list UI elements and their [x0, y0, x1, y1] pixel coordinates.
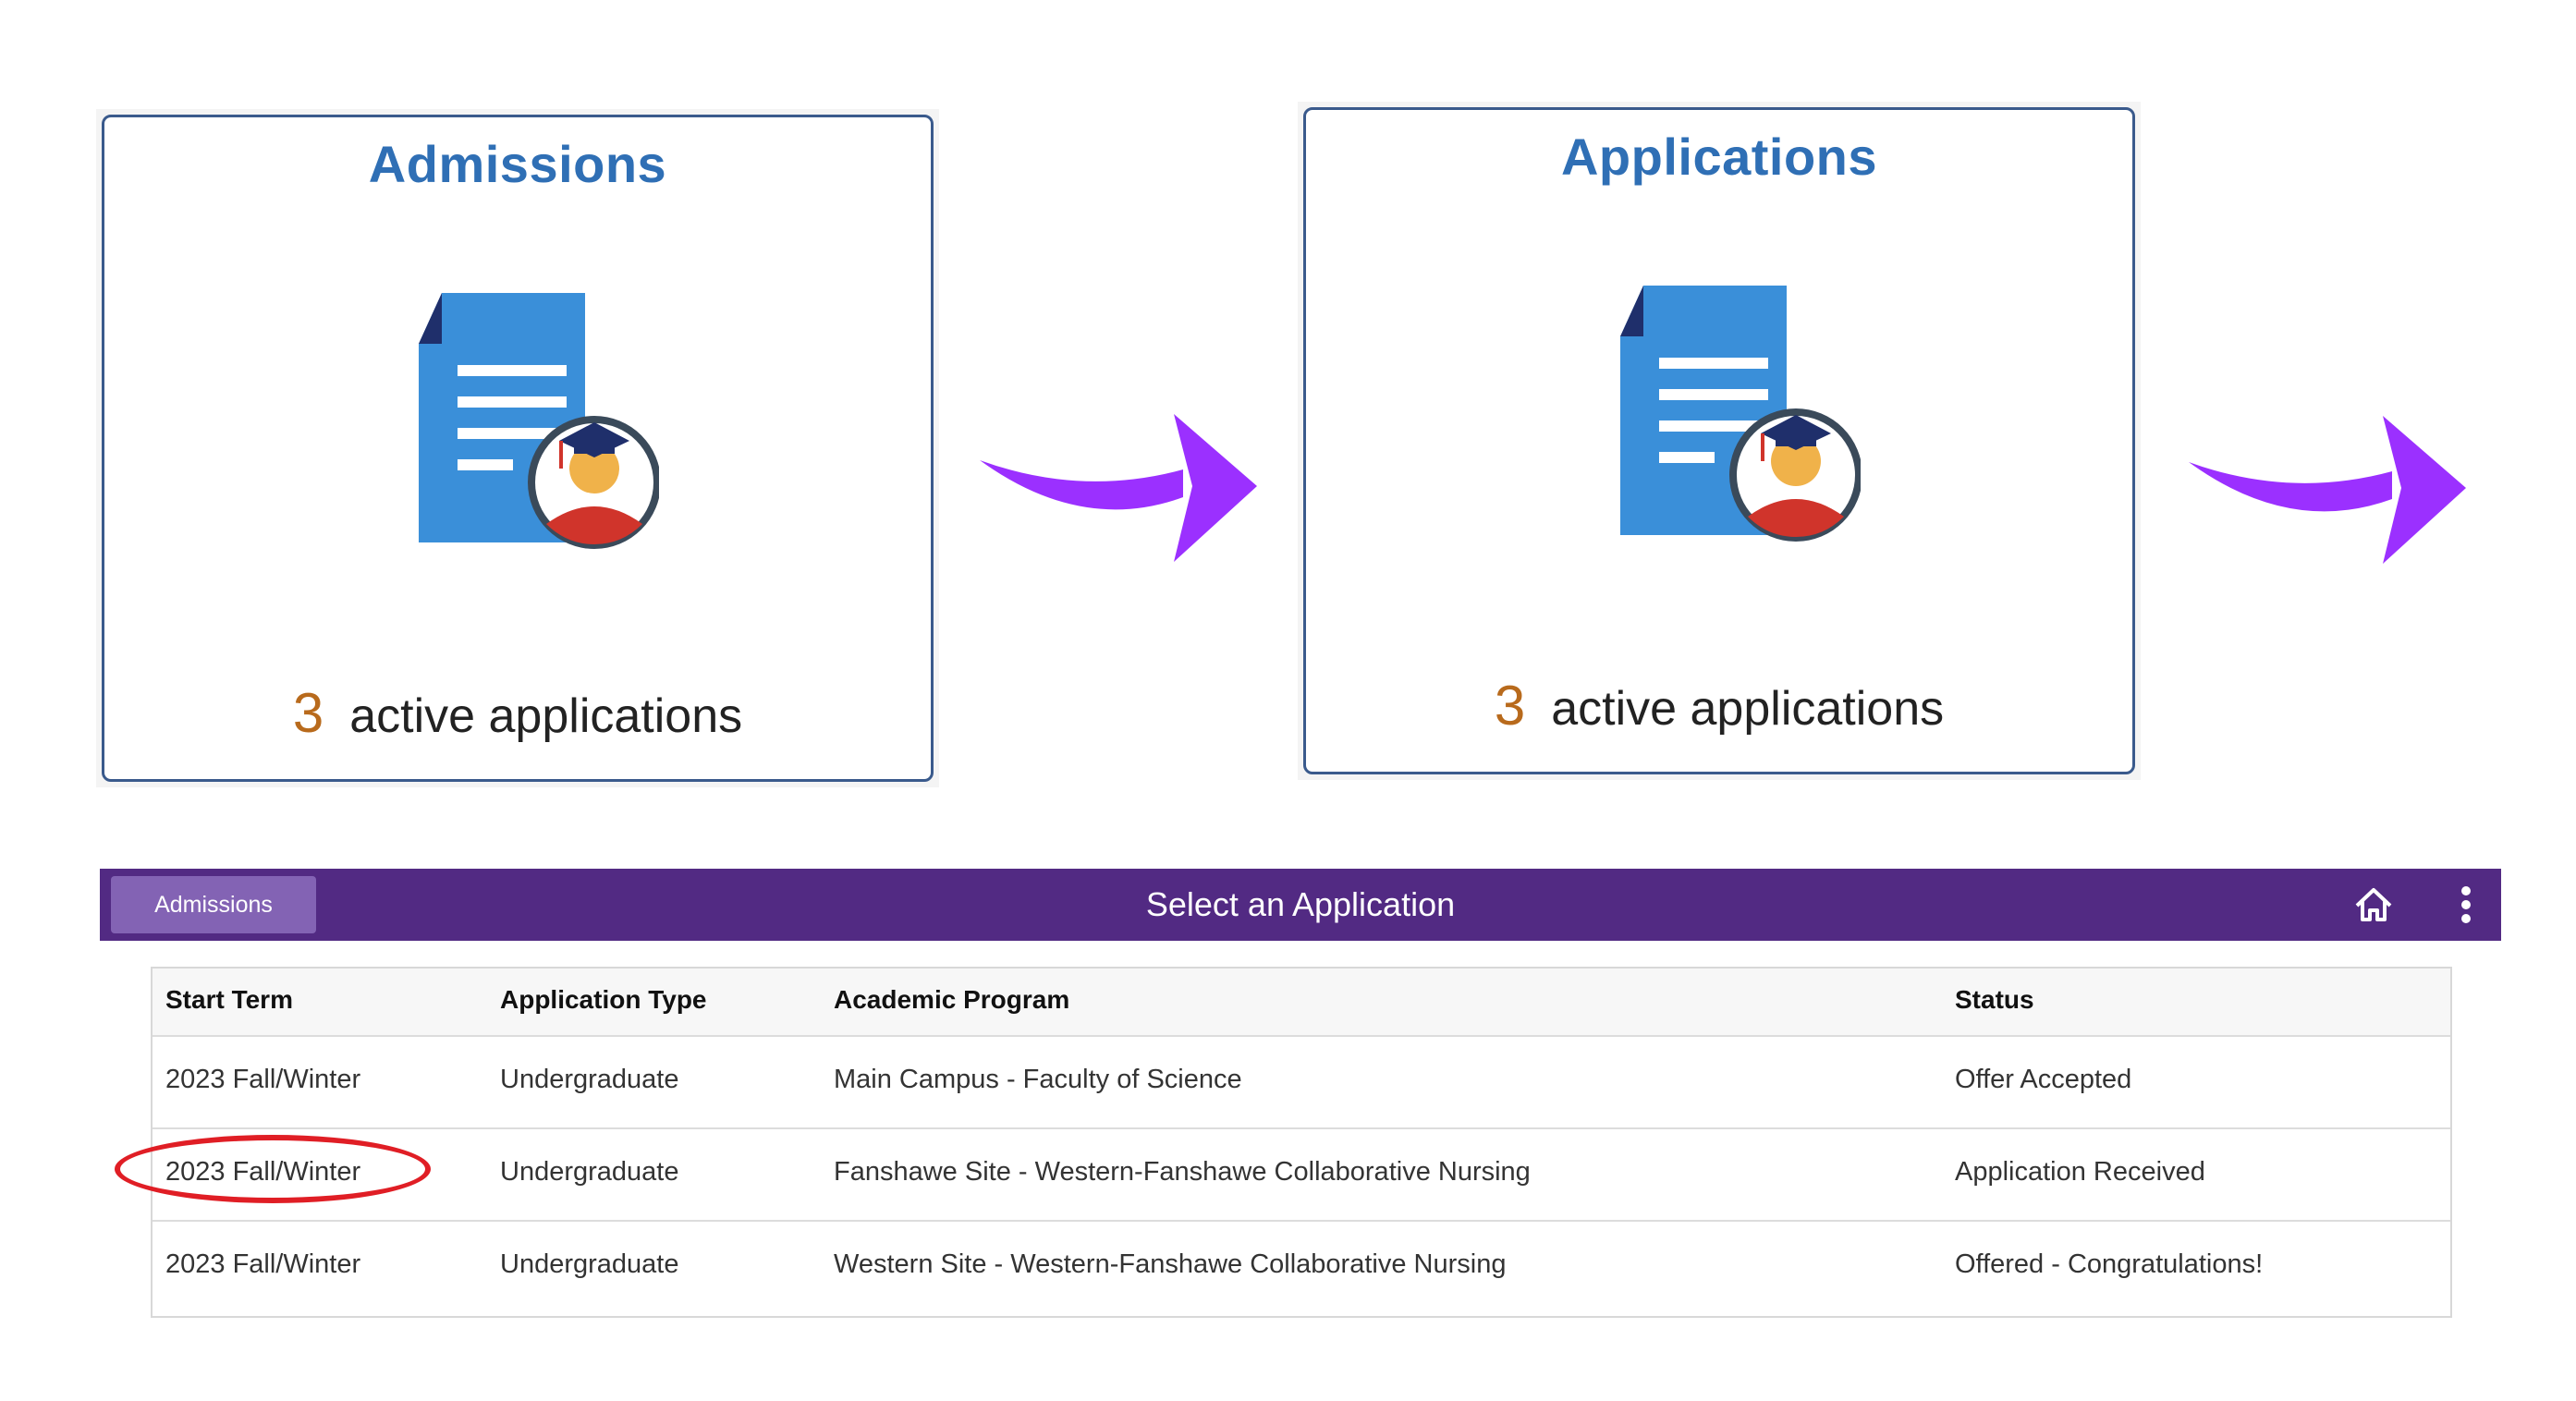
applications-active-count: 3 active applications	[1306, 674, 2132, 737]
page-title: Select an Application	[1145, 885, 1456, 923]
table-row[interactable]: 2023 Fall/Winter Undergraduate Western S…	[153, 1220, 2450, 1312]
kebab-menu-icon[interactable]	[2459, 882, 2473, 932]
flow-arrow-icon	[980, 414, 1257, 562]
application-type-cell: Undergraduate	[500, 1065, 679, 1094]
column-header-application-type: Application Type	[500, 985, 707, 1014]
applications-table: Start Term Application Type Academic Pro…	[151, 967, 2452, 1318]
status-cell: Offered - Congratulations!	[1955, 1249, 2264, 1279]
academic-program-cell: Fanshawe Site - Western-Fanshawe Collabo…	[834, 1157, 1531, 1187]
table-row[interactable]: 2023 Fall/Winter Undergraduate Main Camp…	[153, 1035, 2450, 1129]
academic-program-cell: Western Site - Western-Fanshawe Collabor…	[834, 1249, 1507, 1279]
application-type-cell: Undergraduate	[500, 1157, 679, 1187]
flow-arrow-icon	[2189, 416, 2466, 564]
home-icon[interactable]	[2353, 885, 2394, 929]
page-header-bar: Admissions Select an Application	[100, 869, 2501, 941]
admissions-tile-title: Admissions	[368, 135, 667, 193]
document-graduate-icon	[391, 293, 661, 566]
academic-program-cell: Main Campus - Faculty of Science	[834, 1065, 1242, 1094]
status-cell: Application Received	[1955, 1157, 2205, 1187]
document-graduate-icon	[1593, 286, 1862, 558]
highlight-ellipse	[115, 1135, 431, 1203]
admissions-count-number: 3	[292, 682, 324, 744]
application-type-cell: Undergraduate	[500, 1249, 679, 1279]
applications-tile[interactable]: Applications 3 active applications	[1303, 107, 2135, 774]
applications-count-number: 3	[1494, 675, 1526, 737]
column-header-status: Status	[1955, 985, 2034, 1014]
column-header-academic-program: Academic Program	[834, 985, 1070, 1014]
start-term-cell: 2023 Fall/Winter	[165, 1249, 361, 1279]
applications-count-label: active applications	[1551, 682, 1945, 736]
status-cell: Offer Accepted	[1955, 1065, 2132, 1094]
table-row[interactable]: 2023 Fall/Winter Undergraduate Fanshawe …	[153, 1127, 2450, 1222]
column-header-start-term: Start Term	[165, 985, 293, 1014]
start-term-cell: 2023 Fall/Winter	[165, 1065, 361, 1094]
admissions-count-label: active applications	[349, 689, 743, 743]
admissions-tile[interactable]: Admissions 3 active applications	[102, 115, 934, 782]
admissions-tile-frame: Admissions 3 active applications	[96, 109, 939, 787]
admissions-active-count: 3 active applications	[104, 681, 931, 745]
applications-tile-title: Applications	[1560, 128, 1878, 186]
applications-tile-frame: Applications 3 active applications	[1298, 102, 2141, 780]
table-header-row: Start Term Application Type Academic Pro…	[153, 969, 2450, 1037]
